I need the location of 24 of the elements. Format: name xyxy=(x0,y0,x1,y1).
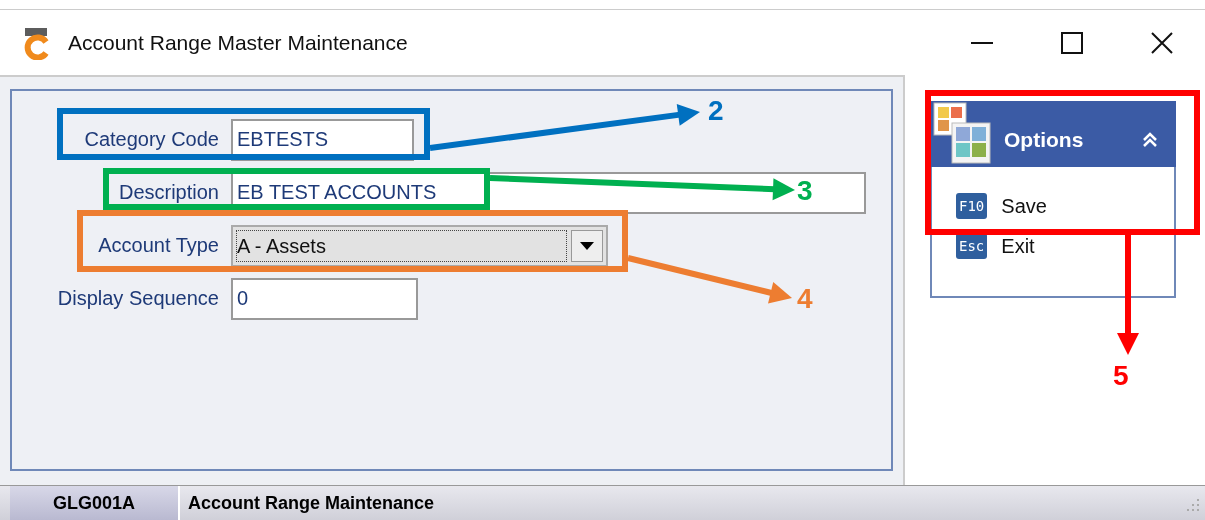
status-code: GLG001A xyxy=(10,486,180,520)
field-label: Description xyxy=(118,181,219,204)
field-label: Display Sequence xyxy=(57,287,219,310)
account-type-dropdown[interactable]: A - Assets xyxy=(231,224,608,267)
tiles-icon xyxy=(932,101,992,167)
window-title: Account Range Master Maintenance xyxy=(68,30,408,55)
options-header[interactable]: Options xyxy=(930,101,1176,167)
dropdown-arrow-icon xyxy=(580,241,594,250)
option-item[interactable]: Esc Exit xyxy=(956,233,1035,259)
field-label: Account Type xyxy=(98,234,219,257)
maximize-icon[interactable] xyxy=(1061,31,1083,54)
field-label: Category Code xyxy=(84,128,219,151)
callout-number: 5 xyxy=(1113,362,1129,390)
close-icon[interactable] xyxy=(1151,31,1173,54)
option-item[interactable]: F10 Save xyxy=(956,193,1047,219)
key-badge: F10 xyxy=(956,193,988,219)
options-title: Options xyxy=(1004,128,1085,152)
collapse-chevron-icon[interactable] xyxy=(1142,132,1158,148)
status-text: Account Range Maintenance xyxy=(188,493,435,514)
key-badge: Esc xyxy=(956,233,988,259)
input-field[interactable]: 0 xyxy=(231,277,418,320)
callout-number: 2 xyxy=(708,97,724,125)
callout-number: 4 xyxy=(797,285,813,313)
callout-number: 3 xyxy=(797,177,813,205)
